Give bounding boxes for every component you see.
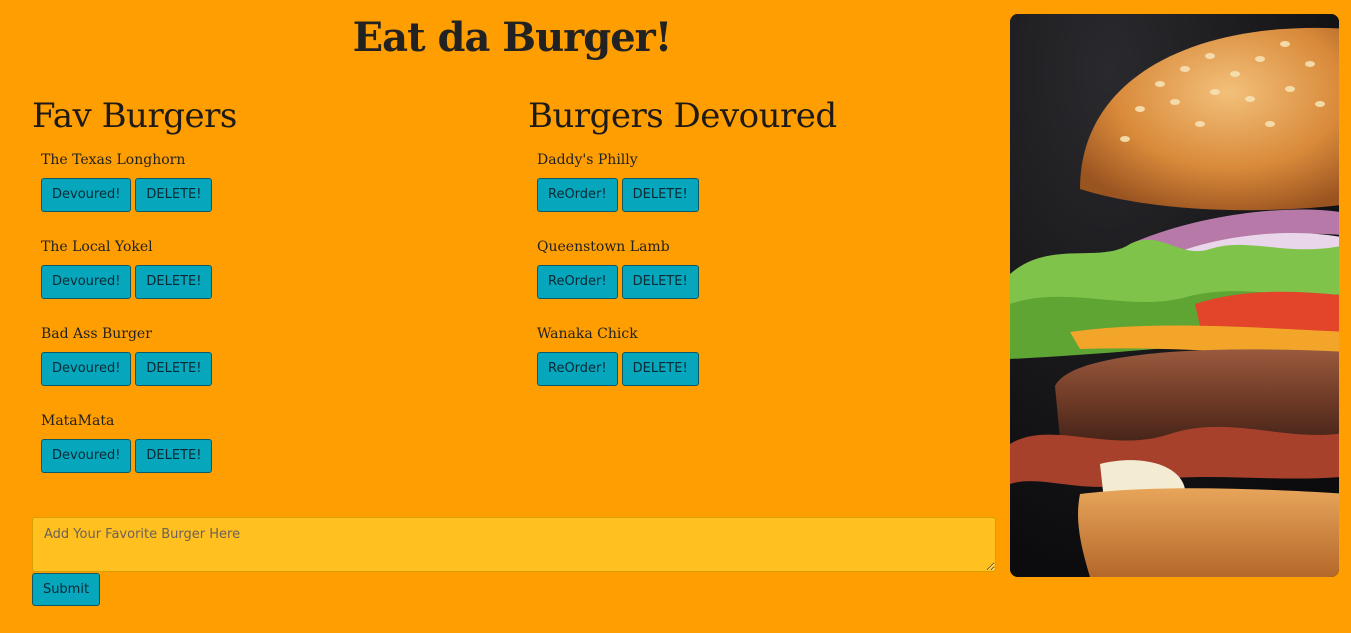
list-item: Bad Ass Burger Devoured! DELETE! (41, 324, 492, 411)
delete-button[interactable]: DELETE! (621, 265, 699, 299)
reorder-button[interactable]: ReOrder! (537, 178, 618, 212)
burger-photo (1010, 14, 1339, 577)
devoured-button[interactable]: Devoured! (41, 439, 132, 473)
delete-button[interactable]: DELETE! (621, 178, 699, 212)
burgers-devoured-section: Burgers Devoured Daddy's Philly ReOrder!… (528, 96, 988, 411)
delete-button[interactable]: DELETE! (135, 352, 213, 386)
burger-name: MataMata (41, 413, 115, 429)
burgers-devoured-heading: Burgers Devoured (528, 96, 837, 136)
list-item: MataMata Devoured! DELETE! (41, 411, 492, 498)
reorder-button[interactable]: ReOrder! (537, 265, 618, 299)
reorder-button[interactable]: ReOrder! (537, 352, 618, 386)
devoured-button[interactable]: Devoured! (41, 265, 132, 299)
add-burger-form: Submit (32, 517, 996, 606)
delete-button[interactable]: DELETE! (135, 439, 213, 473)
fav-burgers-section: Fav Burgers The Texas Longhorn Devoured!… (32, 96, 492, 498)
list-item: Wanaka Chick ReOrder! DELETE! (537, 324, 988, 411)
list-item: The Texas Longhorn Devoured! DELETE! (41, 150, 492, 237)
fav-burgers-heading: Fav Burgers (32, 96, 237, 136)
burger-input[interactable] (32, 517, 996, 572)
burger-name: The Texas Longhorn (41, 152, 186, 168)
devoured-button[interactable]: Devoured! (41, 352, 132, 386)
delete-button[interactable]: DELETE! (621, 352, 699, 386)
list-item: The Local Yokel Devoured! DELETE! (41, 237, 492, 324)
list-item: Daddy's Philly ReOrder! DELETE! (537, 150, 988, 237)
burger-name: Wanaka Chick (537, 326, 638, 342)
page-title: Eat da Burger! (352, 14, 673, 61)
burger-name: Queenstown Lamb (537, 239, 670, 255)
submit-button[interactable]: Submit (32, 573, 100, 606)
delete-button[interactable]: DELETE! (135, 265, 213, 299)
burger-name: Daddy's Philly (537, 152, 638, 168)
delete-button[interactable]: DELETE! (135, 178, 213, 212)
burger-name: The Local Yokel (41, 239, 153, 255)
burger-name: Bad Ass Burger (41, 326, 152, 342)
burger-illustration (1010, 14, 1339, 577)
devoured-button[interactable]: Devoured! (41, 178, 132, 212)
list-item: Queenstown Lamb ReOrder! DELETE! (537, 237, 988, 324)
